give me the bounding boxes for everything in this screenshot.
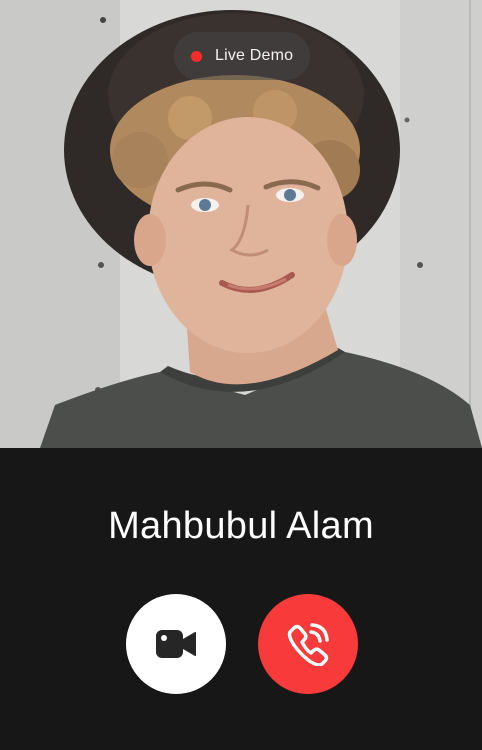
recording-dot-icon <box>191 50 202 62</box>
end-call-button[interactable] <box>258 594 358 694</box>
live-status-label: Live Demo <box>215 47 294 64</box>
caller-name: Mahbubul Alam <box>108 505 374 547</box>
video-call-button[interactable] <box>126 594 226 694</box>
caller-photo: Live Demo <box>0 0 482 448</box>
incoming-call-screen: Live Demo Mahbubul Alam <box>0 0 482 750</box>
phone-ringing-icon <box>287 623 329 666</box>
video-camera-icon <box>156 630 196 658</box>
live-status-badge: Live Demo <box>174 32 310 80</box>
